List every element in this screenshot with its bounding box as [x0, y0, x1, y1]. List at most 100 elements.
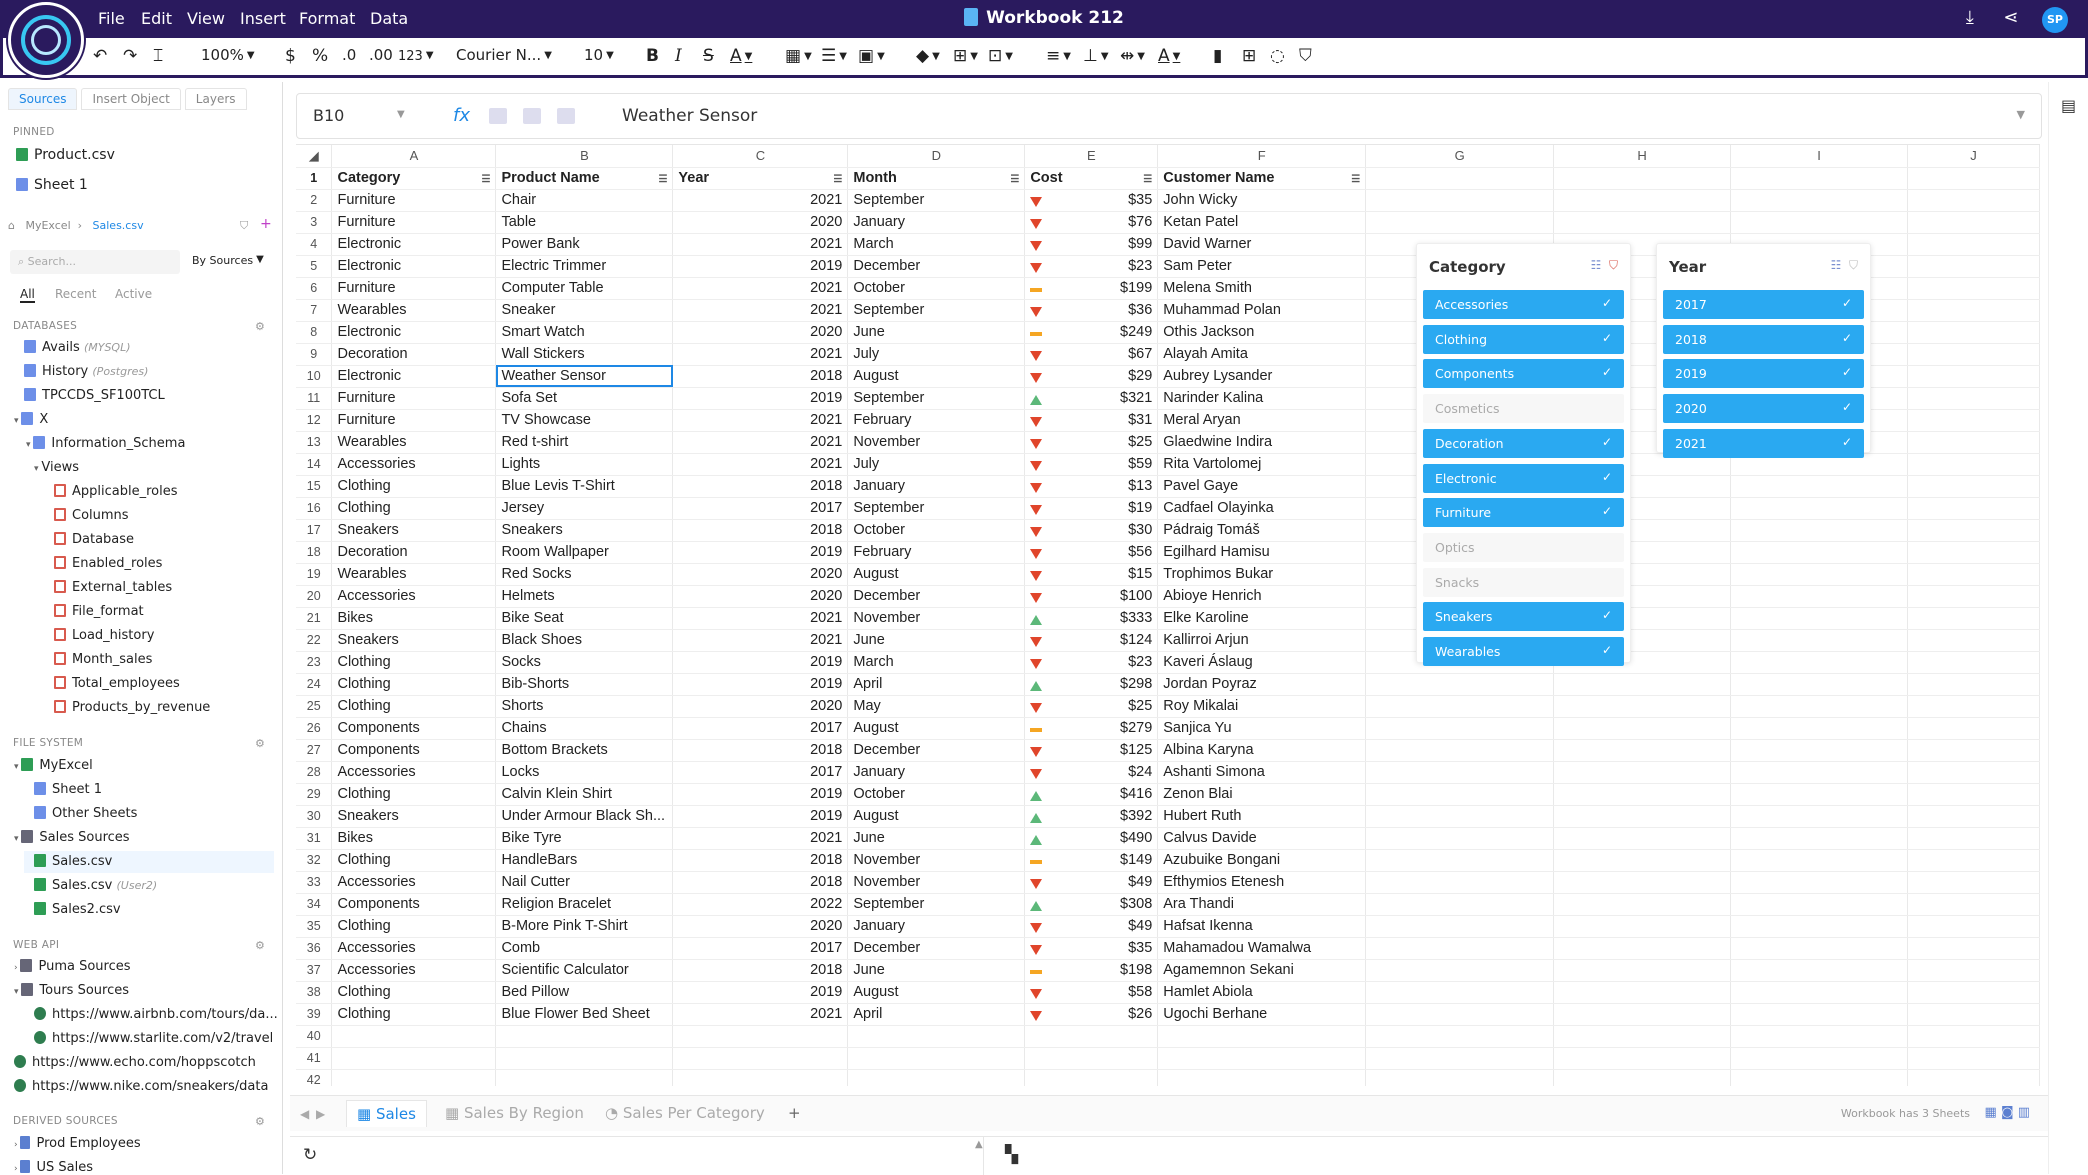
row-header[interactable]: 41 [296, 1047, 333, 1070]
chevron-down-icon[interactable]: ▼ [397, 109, 405, 120]
year-slicer-item[interactable]: 2021 ✓ [1663, 428, 1864, 458]
clear-filter-icon[interactable]: ⛉ [1849, 258, 1858, 272]
year-cell[interactable]: 2021 [672, 1003, 849, 1026]
year-cell[interactable]: 2021 [672, 431, 849, 454]
cell[interactable] [1907, 717, 2040, 740]
year-slicer-item[interactable]: 2018 ✓ [1663, 324, 1864, 354]
file-item[interactable]: Sales.csv (User2) [34, 878, 157, 893]
customer-name-cell[interactable]: Abioye Henrich [1157, 585, 1367, 608]
category-cell[interactable]: Accessories [331, 453, 497, 476]
italic-button[interactable]: I [675, 46, 682, 66]
category-slicer-item[interactable]: Accessories ✓ [1423, 290, 1624, 319]
customer-name-cell[interactable]: Alayah Amita [1157, 343, 1367, 366]
month-cell[interactable]: August [847, 805, 1026, 828]
cell[interactable] [1907, 387, 2040, 410]
api-link[interactable]: https://www.starlite.com/v2/travel [34, 1031, 273, 1046]
cell[interactable] [1907, 255, 2040, 278]
filter-icon[interactable]: ☰ [1351, 174, 1360, 185]
header-cell[interactable]: Category ☰ [331, 167, 497, 190]
cell[interactable] [1365, 211, 1555, 234]
folder-item[interactable]: ▾ Tours Sources [14, 983, 129, 998]
category-cell[interactable]: Decoration [331, 343, 497, 366]
cell[interactable] [1907, 959, 2040, 982]
file-item[interactable]: Sales2.csv [34, 902, 121, 917]
category-cell[interactable]: Electronic [331, 365, 497, 388]
product-name-cell[interactable]: Chains [495, 717, 674, 740]
customer-name-cell[interactable]: Agamemnon Sekani [1157, 959, 1367, 982]
customer-name-cell[interactable]: Sanjica Yu [1157, 717, 1367, 740]
increase-decimal-button[interactable]: .00 [369, 46, 393, 64]
cell[interactable] [1907, 321, 2040, 344]
cost-cell[interactable]: $392 [1024, 805, 1159, 828]
cell[interactable] [1553, 805, 1732, 828]
category-cell[interactable]: Accessories [331, 959, 497, 982]
category-cell[interactable]: Accessories [331, 585, 497, 608]
cell[interactable] [1365, 167, 1555, 190]
category-cell[interactable]: Electronic [331, 321, 497, 344]
cell[interactable] [1157, 1025, 1367, 1048]
cell[interactable] [1907, 1003, 2040, 1026]
cost-cell[interactable]: $49 [1024, 915, 1159, 938]
product-name-cell[interactable]: Bike Seat [495, 607, 674, 630]
vertical-align-icon[interactable]: ⊥ ▼ [1083, 46, 1109, 66]
year-cell[interactable]: 2018 [672, 519, 849, 542]
cell[interactable] [1730, 189, 1908, 212]
category-slicer-item[interactable]: Furniture ✓ [1423, 498, 1624, 528]
cell[interactable] [1365, 673, 1555, 696]
category-cell[interactable]: Clothing [331, 651, 497, 674]
row-header[interactable]: 37 [296, 959, 333, 982]
cost-cell[interactable]: $49 [1024, 871, 1159, 894]
month-cell[interactable]: January [847, 475, 1026, 498]
cell[interactable] [1553, 959, 1732, 982]
cell[interactable] [1730, 519, 1908, 542]
month-cell[interactable]: June [847, 321, 1026, 344]
row-header[interactable]: 6 [296, 277, 333, 300]
product-name-cell[interactable]: Chair [495, 189, 674, 212]
cost-cell[interactable]: $25 [1024, 695, 1159, 718]
cell[interactable] [1730, 1025, 1908, 1048]
month-cell[interactable]: June [847, 629, 1026, 652]
row-style-icon[interactable]: ☰ ▼ [821, 46, 847, 66]
cell[interactable] [331, 1025, 497, 1048]
view-mode-icons[interactable]: ▦ ◙ ▥ [1985, 1105, 2030, 1120]
row-header[interactable]: 14 [296, 453, 333, 476]
cell[interactable] [1730, 915, 1908, 938]
row-header[interactable]: 18 [296, 541, 333, 564]
gear-icon[interactable]: ⚙ [255, 737, 265, 750]
customer-name-cell[interactable]: Zenon Blai [1157, 783, 1367, 806]
customer-name-cell[interactable]: Othis Jackson [1157, 321, 1367, 344]
customer-name-cell[interactable]: Pádraig Tomáš [1157, 519, 1367, 542]
category-slicer-item[interactable]: Sneakers ✓ [1423, 602, 1624, 632]
cell[interactable] [1553, 695, 1732, 718]
cell[interactable] [1730, 827, 1908, 850]
year-cell[interactable]: 2018 [672, 849, 849, 872]
category-cell[interactable]: Clothing [331, 783, 497, 806]
year-cell[interactable]: 2021 [672, 277, 849, 300]
row-header[interactable]: 4 [296, 233, 333, 256]
row-header[interactable]: 32 [296, 849, 333, 872]
cost-cell[interactable]: $333 [1024, 607, 1159, 630]
cell[interactable] [1907, 673, 2040, 696]
row-header[interactable]: 40 [296, 1025, 333, 1048]
next-sheet-icon[interactable]: ▶ [316, 1107, 325, 1121]
cell[interactable] [1907, 1025, 2040, 1048]
product-name-cell[interactable]: Under Armour Black Sh... [495, 805, 674, 828]
row-header[interactable]: 8 [296, 321, 333, 344]
month-cell[interactable]: November [847, 607, 1026, 630]
cell[interactable] [1553, 1069, 1732, 1086]
year-cell[interactable]: 2017 [672, 497, 849, 520]
paint-format-icon[interactable]: ⌶ [153, 46, 163, 66]
product-name-cell[interactable]: Wall Stickers [495, 343, 674, 366]
year-cell[interactable]: 2021 [672, 189, 849, 212]
undo-icon[interactable]: ↶ [93, 46, 107, 66]
row-header[interactable]: 29 [296, 783, 333, 806]
expand-icon[interactable]: ▼ [2017, 108, 2025, 121]
cell[interactable] [1553, 783, 1732, 806]
cell[interactable] [1553, 849, 1732, 872]
cell[interactable] [1553, 761, 1732, 784]
cost-cell[interactable]: $30 [1024, 519, 1159, 542]
cell[interactable] [1024, 1025, 1159, 1048]
cell[interactable] [331, 1069, 497, 1086]
cell[interactable] [1365, 937, 1555, 960]
by-sources-select[interactable]: By Sources ▼ [192, 254, 264, 267]
